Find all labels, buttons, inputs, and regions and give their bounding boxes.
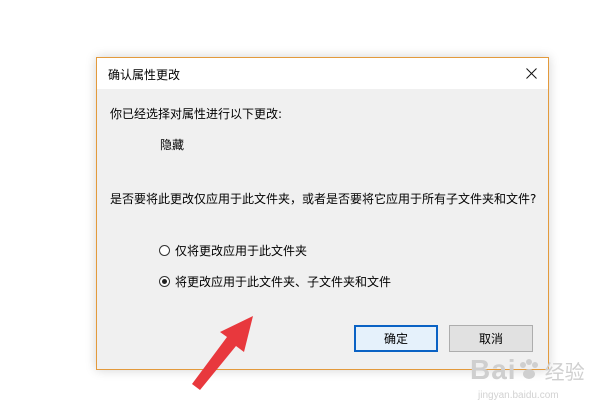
watermark-sub: 经验: [544, 361, 585, 384]
baidu-watermark: Bai 经验: [470, 354, 585, 386]
pointer-arrow-icon: [192, 316, 253, 390]
paw-logo-icon: [519, 359, 538, 379]
watermark-url: jingyan.baidu.com: [478, 390, 559, 401]
watermark-brand: Bai: [470, 354, 517, 385]
